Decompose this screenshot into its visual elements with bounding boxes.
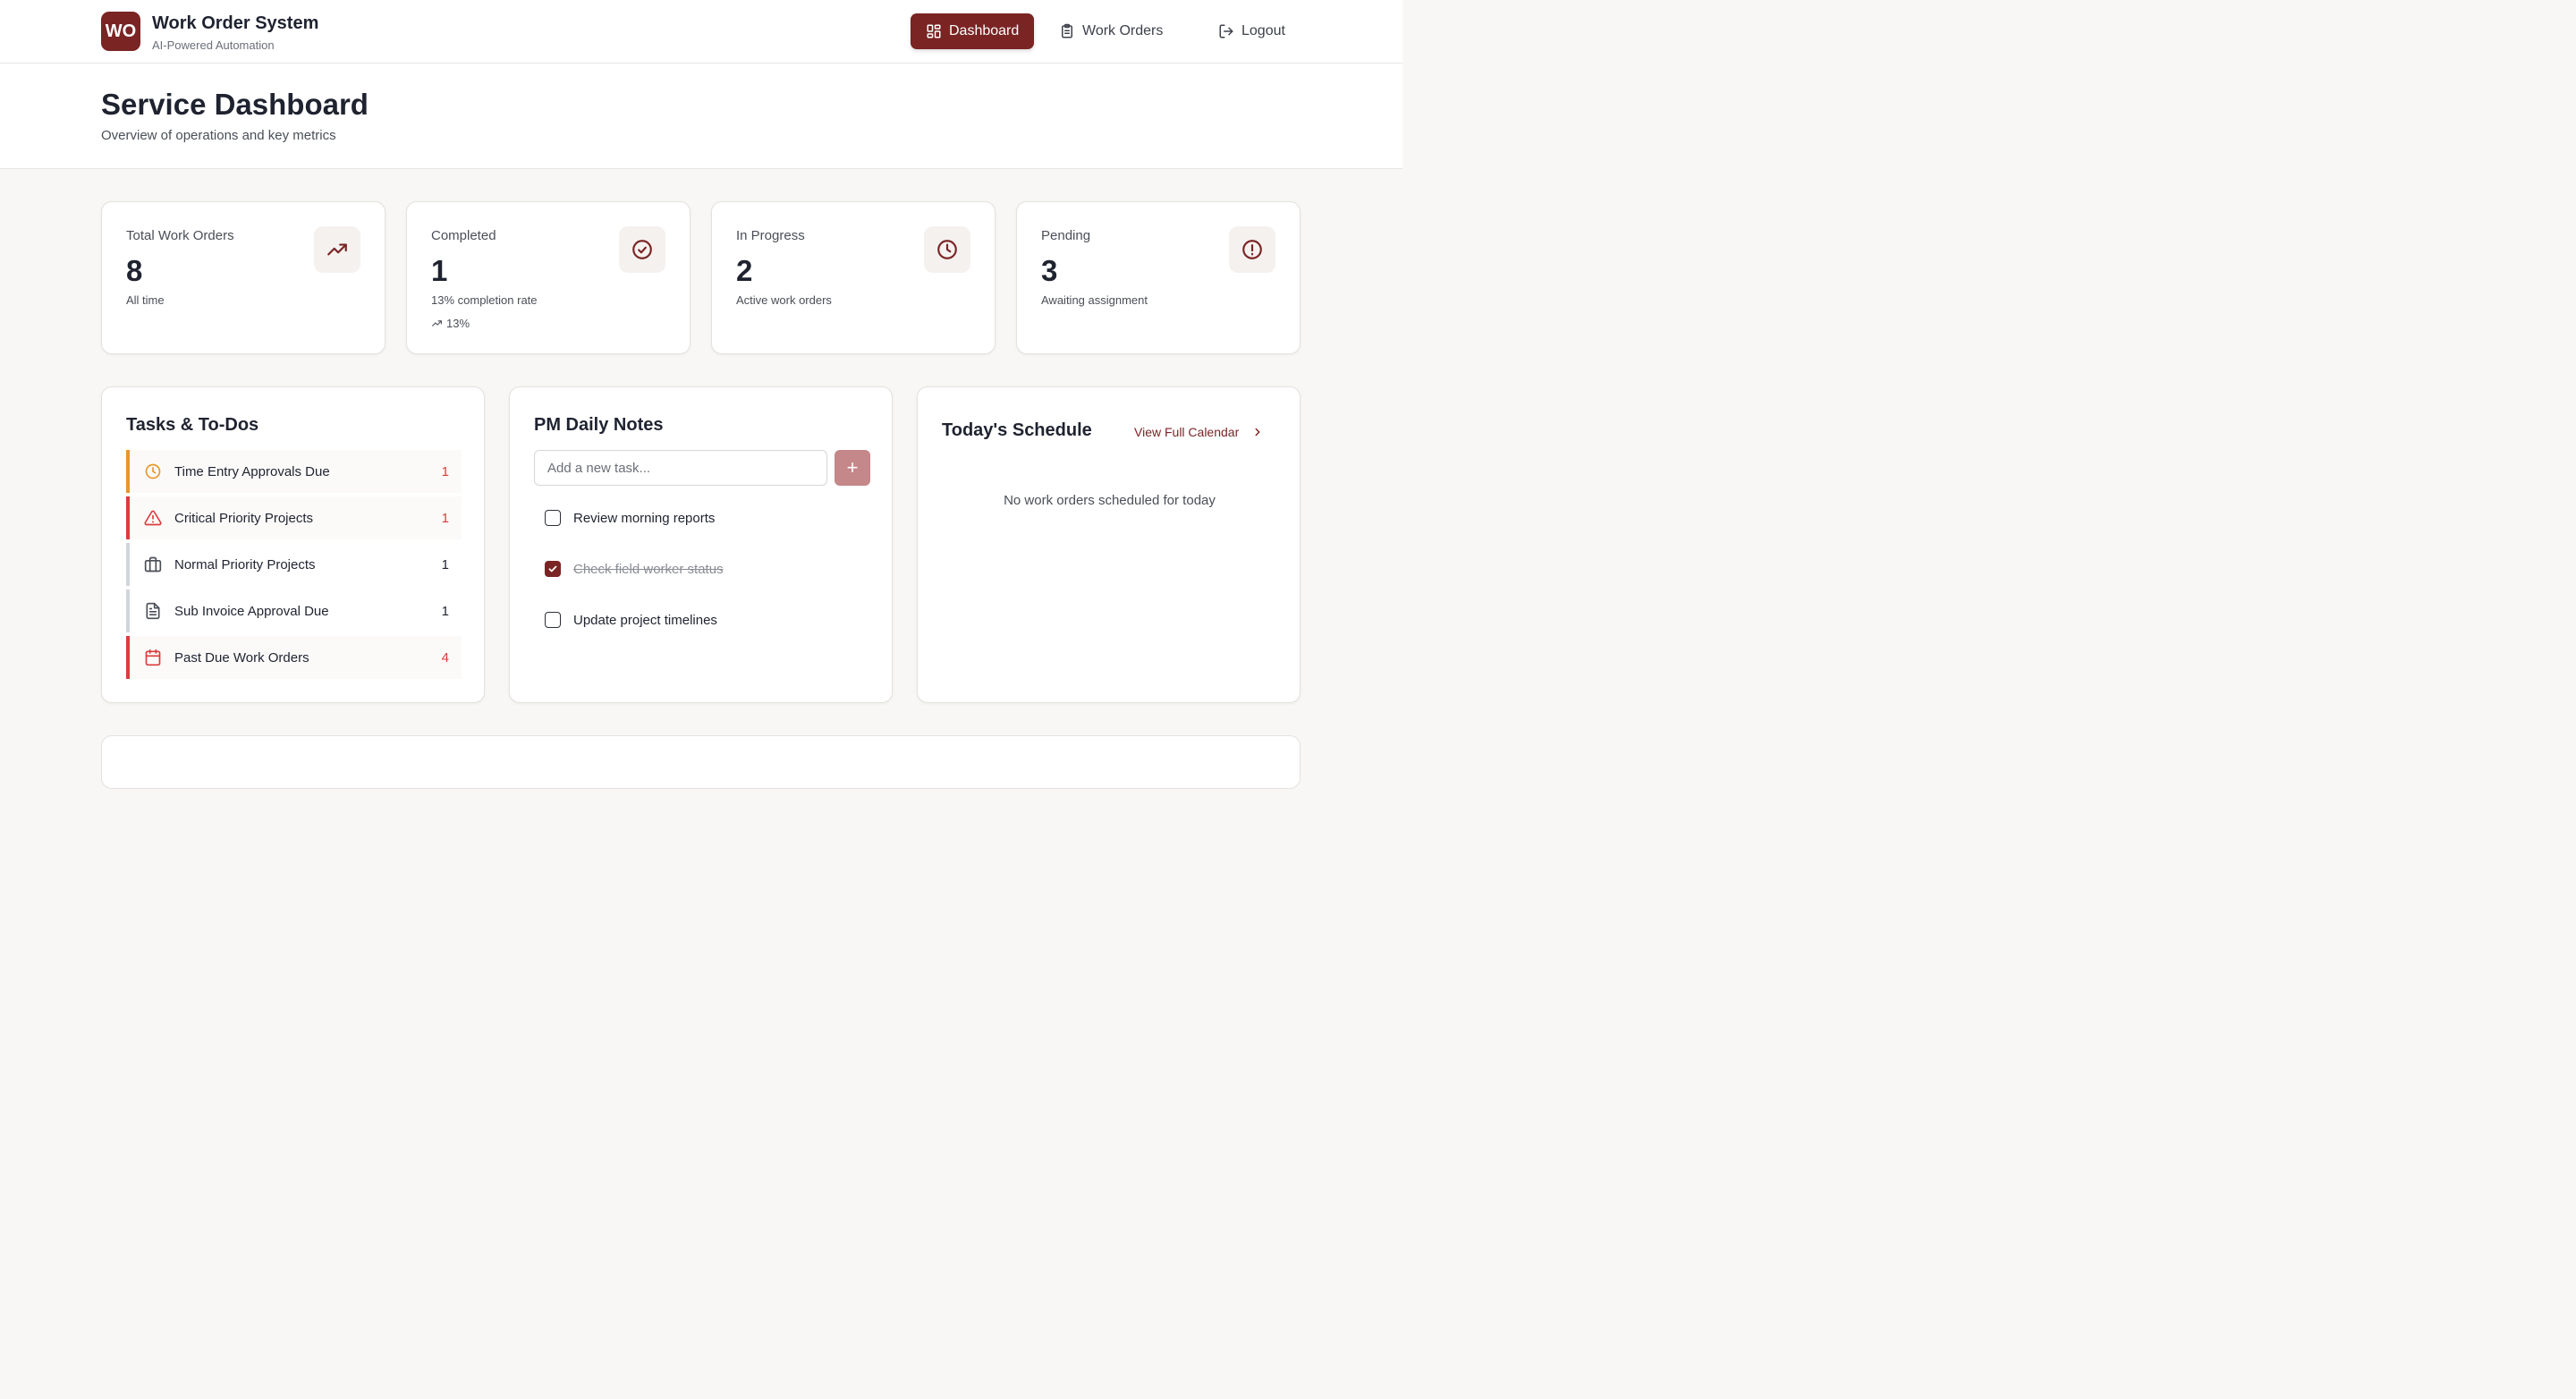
page-subtitle: Overview of operations and key metrics: [101, 128, 336, 143]
notes-title: PM Daily Notes: [534, 415, 664, 435]
clock-icon: [145, 463, 161, 479]
task-item-time-entry[interactable]: Time Entry Approvals Due 1: [126, 450, 462, 493]
stat-trend-value: 13%: [446, 317, 470, 330]
note-item: Check field worker status: [545, 553, 724, 585]
note-text: Update project timelines: [573, 612, 717, 628]
task-label: Sub Invoice Approval Due: [174, 603, 329, 619]
nav-logout-button[interactable]: Logout: [1203, 13, 1301, 49]
view-full-calendar-link[interactable]: View Full Calendar: [1134, 425, 1264, 439]
stat-caption: All time: [126, 293, 165, 307]
briefcase-icon: [144, 556, 162, 572]
note-checkbox[interactable]: [545, 612, 561, 628]
stat-card-total: Total Work Orders 8 All time: [101, 201, 386, 354]
note-item: Review morning reports: [545, 502, 724, 534]
app-title: Work Order System: [152, 13, 319, 33]
task-item-critical[interactable]: Critical Priority Projects 1: [126, 496, 462, 539]
tasks-panel: Tasks & To-Dos Time Entry Approvals Due …: [101, 386, 485, 703]
note-checkbox[interactable]: [545, 561, 561, 577]
dashboard-grid-icon: [927, 24, 941, 38]
bottom-section-card: [101, 735, 1301, 789]
nav-logout-label: Logout: [1241, 23, 1285, 38]
calendar-icon: [145, 649, 161, 666]
new-task-input[interactable]: [534, 450, 827, 486]
task-label: Normal Priority Projects: [174, 556, 316, 572]
task-count: 1: [441, 603, 449, 619]
top-nav-bar: WO Work Order System AI-Powered Automati…: [0, 0, 1402, 64]
logout-icon: [1219, 24, 1233, 38]
alert-circle-icon: [1242, 240, 1262, 259]
trending-up-icon: [327, 243, 347, 256]
stat-value: 1: [431, 254, 448, 287]
stat-value: 2: [736, 254, 753, 287]
task-item-normal[interactable]: Normal Priority Projects 1: [126, 543, 462, 586]
stat-icon-box: [924, 226, 970, 273]
task-count: 1: [441, 556, 449, 572]
stat-card-pending: Pending 3 Awaiting assignment: [1016, 201, 1301, 354]
stat-caption: Active work orders: [736, 293, 832, 307]
schedule-title: Today's Schedule: [942, 420, 1092, 440]
task-count: 1: [441, 510, 449, 526]
stat-card-in-progress: In Progress 2 Active work orders: [711, 201, 996, 354]
stat-label: Pending: [1041, 228, 1091, 243]
stat-label: Completed: [431, 228, 496, 243]
app-subtitle: AI-Powered Automation: [152, 38, 275, 52]
trending-up-icon: [432, 320, 442, 326]
task-item-sub-invoice[interactable]: Sub Invoice Approval Due 1: [126, 589, 462, 632]
check-circle-icon: [632, 240, 652, 259]
schedule-empty-message: No work orders scheduled for today: [1004, 493, 1216, 508]
task-item-past-due[interactable]: Past Due Work Orders 4: [126, 636, 462, 679]
stat-caption: Awaiting assignment: [1041, 293, 1148, 307]
task-count: 4: [441, 649, 449, 666]
warning-triangle-icon: [144, 510, 162, 526]
task-label: Critical Priority Projects: [174, 510, 314, 526]
schedule-panel: Today's Schedule View Full Calendar No w…: [917, 386, 1301, 703]
page-title: Service Dashboard: [101, 88, 369, 121]
notes-list: Review morning reports Check field worke…: [545, 502, 724, 655]
stat-value: 3: [1041, 254, 1058, 287]
note-checkbox[interactable]: [545, 510, 561, 526]
task-count: 1: [441, 463, 449, 479]
page-header: Service Dashboard Overview of operations…: [0, 64, 1402, 169]
chevron-right-icon: [1255, 428, 1260, 437]
clipboard-icon: [1062, 23, 1072, 38]
stat-caption: 13% completion rate: [431, 293, 538, 307]
add-task-button[interactable]: +: [835, 450, 870, 486]
nav-work-orders-button[interactable]: Work Orders: [1044, 13, 1178, 49]
check-icon: [548, 565, 557, 572]
clock-icon: [937, 240, 957, 259]
tasks-title: Tasks & To-Dos: [126, 415, 259, 435]
stat-trend: 13%: [431, 317, 470, 330]
notes-panel: PM Daily Notes + Review morning reports …: [509, 386, 893, 703]
stat-label: Total Work Orders: [126, 228, 234, 243]
stat-value: 8: [126, 254, 143, 287]
note-text: Check field worker status: [573, 561, 724, 577]
note-item: Update project timelines: [545, 604, 724, 636]
document-icon: [146, 602, 160, 620]
stat-icon-box: [619, 226, 665, 273]
view-full-calendar-label: View Full Calendar: [1134, 425, 1240, 439]
note-text: Review morning reports: [573, 510, 716, 526]
task-list: Time Entry Approvals Due 1 Critical Prio…: [126, 450, 462, 683]
task-label: Time Entry Approvals Due: [174, 463, 330, 479]
task-label: Past Due Work Orders: [174, 649, 309, 666]
stat-card-completed: Completed 1 13% completion rate 13%: [406, 201, 691, 354]
nav-dashboard-label: Dashboard: [949, 23, 1020, 38]
stat-icon-box: [314, 226, 360, 273]
stat-icon-box: [1229, 226, 1275, 273]
app-logo[interactable]: WO: [101, 12, 140, 51]
nav-work-orders-label: Work Orders: [1082, 23, 1164, 38]
stat-label: In Progress: [736, 228, 805, 243]
nav-dashboard-button[interactable]: Dashboard: [911, 13, 1035, 49]
